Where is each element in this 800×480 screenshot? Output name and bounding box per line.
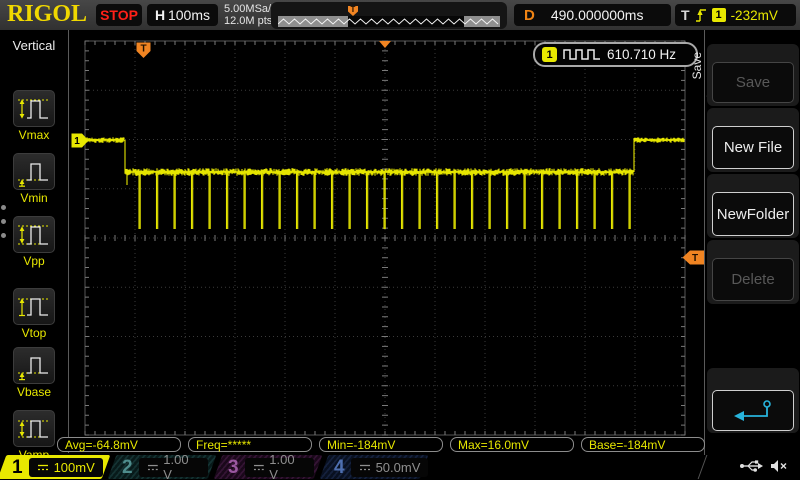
svg-text:1: 1 bbox=[74, 136, 80, 147]
dc-coupling-icon bbox=[37, 463, 49, 472]
vamp-measure-icon bbox=[16, 414, 52, 444]
measurement-base: Base=-184mV bbox=[581, 437, 705, 452]
svg-text:T: T bbox=[140, 44, 146, 55]
menu-item-vbase[interactable]: Vbase bbox=[0, 347, 68, 399]
channel-status-bar: 1 100mV 2 1.00 V bbox=[0, 455, 800, 480]
left-menu: Vertical Vmax Vmin bbox=[0, 30, 69, 453]
menu-item-vpp[interactable]: Vpp bbox=[0, 216, 68, 268]
vbase-measure-icon bbox=[16, 351, 52, 381]
channel1-number: 1 bbox=[12, 458, 23, 477]
vamp-button[interactable] bbox=[13, 410, 55, 447]
menu-page-dots bbox=[1, 205, 6, 238]
menu-item-label: Vmax bbox=[0, 128, 68, 142]
freq-counter-value: 610.710 Hz bbox=[607, 47, 676, 62]
new-file-button[interactable]: New File bbox=[712, 126, 794, 169]
menu-item-vmin[interactable]: Vmin bbox=[0, 153, 68, 205]
freq-counter-source-badge: 1 bbox=[542, 47, 557, 62]
oscilloscope-screen: RIGOL STOP H 100ms 5.00MSa/s 12.0M pts T… bbox=[0, 0, 800, 480]
vtop-measure-icon bbox=[16, 292, 52, 322]
vpp-measure-icon bbox=[16, 220, 52, 250]
vtop-button[interactable] bbox=[13, 288, 55, 325]
return-arrow-icon bbox=[730, 397, 776, 425]
channel3-number: 3 bbox=[228, 458, 239, 477]
page-dot bbox=[1, 233, 6, 238]
waveform-display bbox=[0, 0, 800, 480]
status-divider bbox=[698, 455, 708, 479]
speaker-muted-icon bbox=[770, 459, 788, 473]
vmin-button[interactable] bbox=[13, 153, 55, 190]
menu-item-label: Vtop bbox=[0, 326, 68, 340]
dc-coupling-icon bbox=[253, 463, 265, 472]
vmax-button[interactable] bbox=[13, 90, 55, 127]
channel1-scale-box: 100mV bbox=[29, 458, 103, 477]
usb-icon bbox=[739, 459, 763, 473]
channel4-indicator[interactable]: 4 50.0mV bbox=[320, 455, 429, 479]
vbase-button[interactable] bbox=[13, 347, 55, 384]
vmin-measure-icon bbox=[16, 157, 52, 187]
menu-item-label: Vmin bbox=[0, 191, 68, 205]
svg-text:T: T bbox=[692, 253, 698, 264]
channel2-indicator[interactable]: 2 1.00 V bbox=[108, 455, 217, 479]
measurement-max: Max=16.0mV bbox=[450, 437, 574, 452]
horizontal-reference-marker bbox=[378, 41, 392, 49]
channel3-indicator[interactable]: 3 1.00 V bbox=[214, 455, 323, 479]
vpp-button[interactable] bbox=[13, 216, 55, 253]
save-button[interactable]: Save bbox=[712, 62, 794, 103]
square-wave-icon bbox=[563, 48, 601, 61]
back-button[interactable] bbox=[712, 390, 794, 431]
dc-coupling-icon bbox=[147, 463, 159, 472]
status-icons bbox=[739, 459, 788, 473]
page-dot bbox=[1, 205, 6, 210]
channel3-scale-box: 1.00 V bbox=[245, 458, 314, 477]
measurement-freq: Freq=***** bbox=[188, 437, 312, 452]
right-menu-tab: Save bbox=[690, 52, 704, 79]
dc-coupling-icon bbox=[359, 463, 371, 472]
channel4-scale-box: 50.0mV bbox=[351, 458, 429, 477]
measurement-avg: Avg=-64.8mV bbox=[57, 437, 181, 452]
new-folder-button[interactable]: NewFolder bbox=[712, 192, 794, 236]
freq-counter: 1 610.710 Hz bbox=[533, 42, 698, 67]
trigger-position-marker[interactable]: T bbox=[136, 42, 152, 60]
page-dot bbox=[1, 219, 6, 224]
channel1-level-marker[interactable]: 1 bbox=[71, 133, 89, 148]
delete-button[interactable]: Delete bbox=[712, 258, 794, 301]
channel2-number: 2 bbox=[122, 458, 133, 477]
channel4-scale: 50.0mV bbox=[376, 460, 421, 475]
channel1-scale: 100mV bbox=[54, 460, 95, 475]
left-menu-title: Vertical bbox=[0, 38, 68, 53]
channel1-indicator[interactable]: 1 100mV bbox=[0, 455, 110, 479]
channel2-scale-box: 1.00 V bbox=[139, 458, 208, 477]
menu-item-vmax[interactable]: Vmax bbox=[0, 90, 68, 142]
channel4-number: 4 bbox=[334, 458, 345, 477]
menu-item-vtop[interactable]: Vtop bbox=[0, 288, 68, 340]
channel3-scale: 1.00 V bbox=[269, 452, 306, 480]
menu-item-label: Vbase bbox=[0, 385, 68, 399]
measurement-min: Min=-184mV bbox=[319, 437, 443, 452]
menu-item-label: Vpp bbox=[0, 254, 68, 268]
channel2-scale: 1.00 V bbox=[163, 452, 200, 480]
right-menu: Save Save New File NewFolder Delete bbox=[704, 30, 800, 480]
vmax-measure-icon bbox=[16, 94, 52, 124]
